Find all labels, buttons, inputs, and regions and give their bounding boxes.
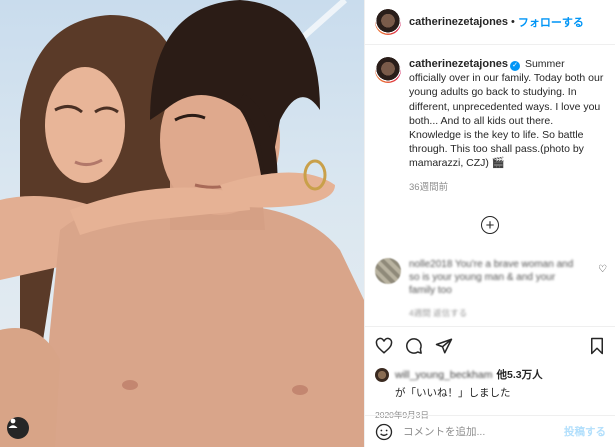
user-silhouette [8,418,18,428]
post-photo[interactable] [0,0,364,447]
caption-block: catherinezetajones ✓ Summer officially ov… [365,45,615,171]
post-header: catherinezetajones • フォローする [365,0,615,45]
comment-text: nolle2018 You're a brave woman and so is… [409,259,574,296]
add-comment-input[interactable] [403,425,564,438]
action-icons-row [375,335,606,357]
caption-body: Summer officially over in our family. To… [409,58,604,170]
add-comment-bar: 投稿する [365,415,615,447]
comment-icon[interactable] [405,337,423,355]
action-bar: will_young_beckham 他5.3万人 が「いいね！」しました 20… [365,326,615,421]
heart-icon[interactable] [375,337,393,355]
follow-button[interactable]: フォローする [518,14,584,30]
post-comment-button[interactable]: 投稿する [564,424,606,439]
comment-like-heart-icon[interactable]: ♡ [598,264,607,275]
photo-illustration [0,0,364,447]
comment-item: nolle2018 You're a brave woman and so is… [375,258,607,319]
bookmark-icon[interactable] [588,337,606,355]
user-tag-icon[interactable] [7,417,29,439]
emoji-icon[interactable] [375,423,393,441]
caption-username[interactable]: catherinezetajones [409,58,508,70]
likes-summary: will_young_beckham 他5.3万人 [375,367,606,382]
liked-suffix: が「いいね！」しました [395,387,511,399]
post-time-ago[interactable]: 36週間前 [409,179,615,193]
likes-others-count[interactable]: 他5.3万人 [496,367,542,382]
caption-text-block: catherinezetajones ✓ Summer officially ov… [409,57,604,171]
comment-avatar[interactable] [375,258,401,284]
comment-meta[interactable]: 4週間 返信する [409,307,579,319]
caption-avatar-icon[interactable] [375,57,401,83]
post-side-panel: catherinezetajones • フォローする catherinezet… [364,0,615,447]
share-icon[interactable] [435,337,453,355]
profile-avatar-icon[interactable] [375,9,401,35]
liked-by-username[interactable]: will_young_beckham [395,369,492,381]
header-separator: • [511,16,515,28]
verified-badge-icon: ✓ [510,61,521,71]
plus-circle-icon[interactable]: + [481,216,499,234]
liker-avatar[interactable] [375,367,389,382]
header-username[interactable]: catherinezetajones [409,16,508,28]
